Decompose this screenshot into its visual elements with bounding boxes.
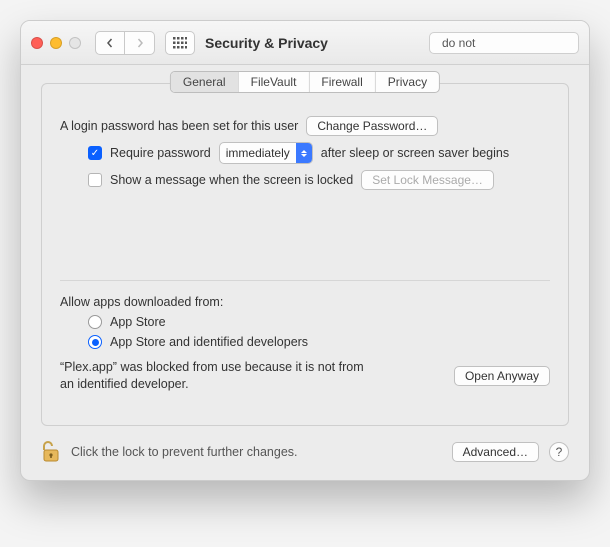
- unlocked-lock-icon: [41, 440, 61, 464]
- require-password-checkbox[interactable]: ✓: [88, 146, 102, 160]
- nav-buttons: [95, 31, 155, 55]
- radio-identified-developers[interactable]: [88, 335, 102, 349]
- zoom-window-button[interactable]: [69, 37, 81, 49]
- radio-app-store[interactable]: [88, 315, 102, 329]
- close-window-button[interactable]: [31, 37, 43, 49]
- search-input[interactable]: [440, 35, 590, 51]
- section-divider: [60, 280, 550, 281]
- require-password-prefix: Require password: [110, 146, 211, 160]
- require-password-row: ✓ Require password immediately after sle…: [88, 142, 550, 164]
- login-password-text: A login password has been set for this u…: [60, 119, 298, 133]
- blocked-app-row: “Plex.app” was blocked from use because …: [60, 359, 550, 393]
- radio-app-store-label: App Store: [110, 315, 166, 329]
- titlebar: Security & Privacy ✕: [21, 21, 589, 65]
- change-password-button[interactable]: Change Password…: [306, 116, 438, 136]
- tab-privacy[interactable]: Privacy: [375, 72, 439, 92]
- set-lock-message-button: Set Lock Message…: [361, 170, 494, 190]
- login-password-row: A login password has been set for this u…: [60, 116, 550, 136]
- allow-apps-heading: Allow apps downloaded from:: [60, 295, 223, 309]
- general-panel: General FileVault Firewall Privacy A log…: [41, 83, 569, 426]
- radio-identified-label: App Store and identified developers: [110, 335, 308, 349]
- traffic-lights: [31, 37, 81, 49]
- show-lock-message-label: Show a message when the screen is locked: [110, 173, 353, 187]
- help-button[interactable]: ?: [549, 442, 569, 462]
- tab-general[interactable]: General: [171, 72, 238, 92]
- blocked-app-message: “Plex.app” was blocked from use because …: [60, 359, 370, 393]
- open-anyway-button[interactable]: Open Anyway: [454, 366, 550, 386]
- back-button[interactable]: [95, 31, 125, 55]
- require-password-delay-value: immediately: [220, 145, 296, 161]
- stepper-arrows-icon: [296, 143, 312, 163]
- allow-app-store-row: App Store: [88, 315, 550, 329]
- tab-filevault[interactable]: FileVault: [238, 72, 309, 92]
- allow-apps-heading-row: Allow apps downloaded from:: [60, 295, 550, 309]
- advanced-button[interactable]: Advanced…: [452, 442, 539, 462]
- require-password-delay-select[interactable]: immediately: [219, 142, 313, 164]
- require-password-suffix: after sleep or screen saver begins: [321, 146, 509, 160]
- tab-firewall[interactable]: Firewall: [308, 72, 374, 92]
- chevron-right-icon: [135, 38, 145, 48]
- content-area: General FileVault Firewall Privacy A log…: [21, 65, 589, 480]
- chevron-left-icon: [105, 38, 115, 48]
- minimize-window-button[interactable]: [50, 37, 62, 49]
- footer: Click the lock to prevent further change…: [41, 440, 569, 464]
- search-field[interactable]: ✕: [429, 32, 579, 54]
- show-all-button[interactable]: [165, 31, 195, 55]
- grid-icon: [173, 37, 187, 49]
- allow-identified-row: App Store and identified developers: [88, 335, 550, 349]
- lock-hint-text: Click the lock to prevent further change…: [71, 445, 298, 459]
- lock-button[interactable]: [41, 440, 61, 464]
- forward-button[interactable]: [125, 31, 155, 55]
- show-lock-message-checkbox[interactable]: [88, 173, 102, 187]
- show-lock-message-row: Show a message when the screen is locked…: [88, 170, 550, 190]
- preferences-window: Security & Privacy ✕ General FileVault F…: [20, 20, 590, 481]
- window-title: Security & Privacy: [205, 35, 328, 51]
- tab-bar: General FileVault Firewall Privacy: [170, 71, 440, 93]
